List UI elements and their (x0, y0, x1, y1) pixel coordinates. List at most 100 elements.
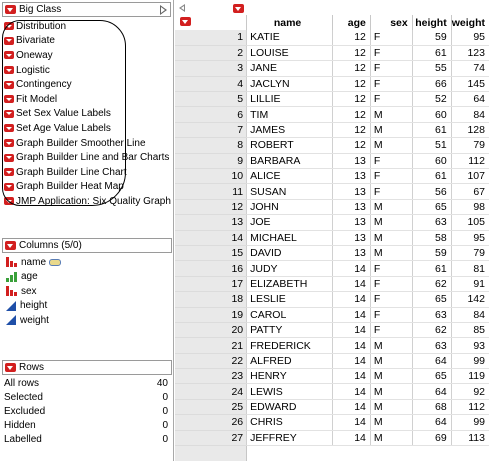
table-script-item[interactable]: Graph Builder Line Chart (2, 165, 173, 180)
cell-height[interactable]: 59 (411, 245, 452, 262)
cell-height[interactable]: 63 (411, 307, 452, 323)
cell-height[interactable]: 65 (411, 368, 452, 385)
cell-name[interactable]: MICHAEL (246, 230, 333, 246)
table-row[interactable]: 16 JUDY 14 F 61 81 (175, 260, 489, 277)
cell-sex[interactable]: M (369, 353, 413, 370)
row-number[interactable]: 3 (175, 60, 247, 77)
table-script-item[interactable]: Distribution (2, 19, 173, 34)
cell-age[interactable]: 14 (332, 322, 371, 339)
cell-sex[interactable]: M (369, 430, 413, 447)
table-row[interactable]: 27 JEFFREY 14 M 69 113 (175, 430, 489, 447)
row-number[interactable]: 24 (175, 383, 247, 400)
cell-weight[interactable]: 112 (450, 399, 489, 416)
cell-weight[interactable]: 64 (450, 91, 489, 108)
rows-hotspot-icon[interactable] (5, 363, 16, 372)
row-number[interactable]: 22 (175, 353, 247, 370)
cell-age[interactable]: 14 (332, 337, 371, 354)
cell-age[interactable]: 14 (332, 260, 371, 277)
column-name[interactable]: sex (21, 286, 37, 297)
table-row[interactable]: 18 LESLIE 14 F 65 142 (175, 291, 489, 308)
cell-name[interactable]: ELIZABETH (246, 276, 333, 293)
table-script-item[interactable]: Bivariate (2, 34, 173, 49)
cell-age[interactable]: 12 (332, 76, 371, 93)
table-script-item[interactable]: Set Age Value Labels (2, 121, 173, 136)
table-row[interactable]: 21 FREDERICK 14 M 63 93 (175, 337, 489, 354)
script-label[interactable]: Oneway (16, 50, 53, 61)
row-number[interactable]: 15 (175, 245, 247, 262)
cell-name[interactable]: JANE (246, 60, 333, 77)
cell-height[interactable]: 61 (411, 122, 452, 139)
table-row[interactable]: 4 JACLYN 12 F 66 145 (175, 76, 489, 93)
script-label[interactable]: Graph Builder Heat Map (16, 181, 124, 192)
cell-name[interactable]: JUDY (246, 260, 333, 277)
cell-height[interactable]: 51 (411, 137, 452, 154)
cell-age[interactable]: 13 (332, 183, 371, 200)
cell-sex[interactable]: M (369, 245, 413, 262)
row-number[interactable]: 18 (175, 291, 247, 308)
table-row[interactable]: 1 KATIE 12 F 59 95 (175, 30, 489, 46)
script-hotspot-icon[interactable] (4, 124, 14, 133)
row-number[interactable]: 5 (175, 91, 247, 108)
row-number[interactable]: 21 (175, 337, 247, 354)
cell-weight[interactable]: 84 (450, 307, 489, 323)
table-row[interactable]: 14 MICHAEL 13 M 58 95 (175, 230, 489, 246)
column-header-name[interactable]: name (246, 15, 333, 30)
script-label[interactable]: Graph Builder Line and Bar Charts (16, 152, 169, 163)
row-number[interactable]: 2 (175, 45, 247, 62)
script-hotspot-icon[interactable] (4, 66, 14, 75)
row-number[interactable]: 26 (175, 414, 247, 431)
rows-hotspot-icon[interactable] (180, 16, 191, 26)
cell-height[interactable]: 64 (411, 383, 452, 400)
row-number[interactable]: 14 (175, 230, 247, 246)
table-script-item[interactable]: Logistic (2, 63, 173, 78)
table-row[interactable]: 24 LEWIS 14 M 64 92 (175, 383, 489, 400)
cell-age[interactable]: 14 (332, 399, 371, 416)
row-number[interactable]: 20 (175, 322, 247, 339)
table-script-item[interactable]: Oneway (2, 48, 173, 63)
script-hotspot-icon[interactable] (4, 36, 14, 45)
table-row[interactable]: 26 CHRIS 14 M 64 99 (175, 414, 489, 431)
cell-age[interactable]: 13 (332, 230, 371, 246)
cell-sex[interactable]: M (369, 414, 413, 431)
table-row[interactable]: 15 DAVID 13 M 59 79 (175, 245, 489, 262)
row-number[interactable]: 9 (175, 153, 247, 170)
column-item[interactable]: weight (2, 313, 172, 328)
cell-age[interactable]: 12 (332, 60, 371, 77)
cell-name[interactable]: JAMES (246, 122, 333, 139)
cell-age[interactable]: 14 (332, 414, 371, 431)
table-row[interactable]: 6 TIM 12 M 60 84 (175, 106, 489, 123)
table-row[interactable]: 19 CAROL 14 F 63 84 (175, 307, 489, 323)
cell-age[interactable]: 13 (332, 245, 371, 262)
cell-height[interactable]: 61 (411, 168, 452, 185)
column-name[interactable]: name (21, 257, 46, 268)
table-script-item[interactable]: JMP Application: Six Quality Graph (2, 194, 173, 209)
cell-age[interactable]: 12 (332, 106, 371, 123)
cell-weight[interactable]: 98 (450, 199, 489, 216)
cell-name[interactable]: ALFRED (246, 353, 333, 370)
script-hotspot-icon[interactable] (4, 109, 14, 118)
cell-sex[interactable]: M (369, 122, 413, 139)
cell-weight[interactable]: 84 (450, 106, 489, 123)
cell-age[interactable]: 13 (332, 168, 371, 185)
cell-age[interactable]: 14 (332, 368, 371, 385)
cell-name[interactable]: ALICE (246, 168, 333, 185)
table-row[interactable]: 12 JOHN 13 M 65 98 (175, 199, 489, 216)
script-hotspot-icon[interactable] (4, 95, 14, 104)
cell-sex[interactable]: F (369, 30, 413, 46)
cell-name[interactable]: ROBERT (246, 137, 333, 154)
cell-weight[interactable]: 142 (450, 291, 489, 308)
table-script-item[interactable]: Graph Builder Heat Map (2, 180, 173, 195)
cell-weight[interactable]: 79 (450, 137, 489, 154)
cell-age[interactable]: 12 (332, 30, 371, 46)
script-label[interactable]: Graph Builder Smoother Line (16, 138, 146, 149)
cell-height[interactable]: 65 (411, 199, 452, 216)
script-label[interactable]: Set Sex Value Labels (16, 108, 111, 119)
table-script-item[interactable]: Graph Builder Line and Bar Charts (2, 150, 173, 165)
cell-height[interactable]: 60 (411, 106, 452, 123)
column-header-weight[interactable]: weight (450, 15, 489, 30)
cell-sex[interactable]: M (369, 214, 413, 231)
cell-name[interactable]: PATTY (246, 322, 333, 339)
table-row[interactable]: 7 JAMES 12 M 61 128 (175, 122, 489, 139)
script-label[interactable]: Set Age Value Labels (16, 123, 111, 134)
cell-height[interactable]: 69 (411, 430, 452, 447)
